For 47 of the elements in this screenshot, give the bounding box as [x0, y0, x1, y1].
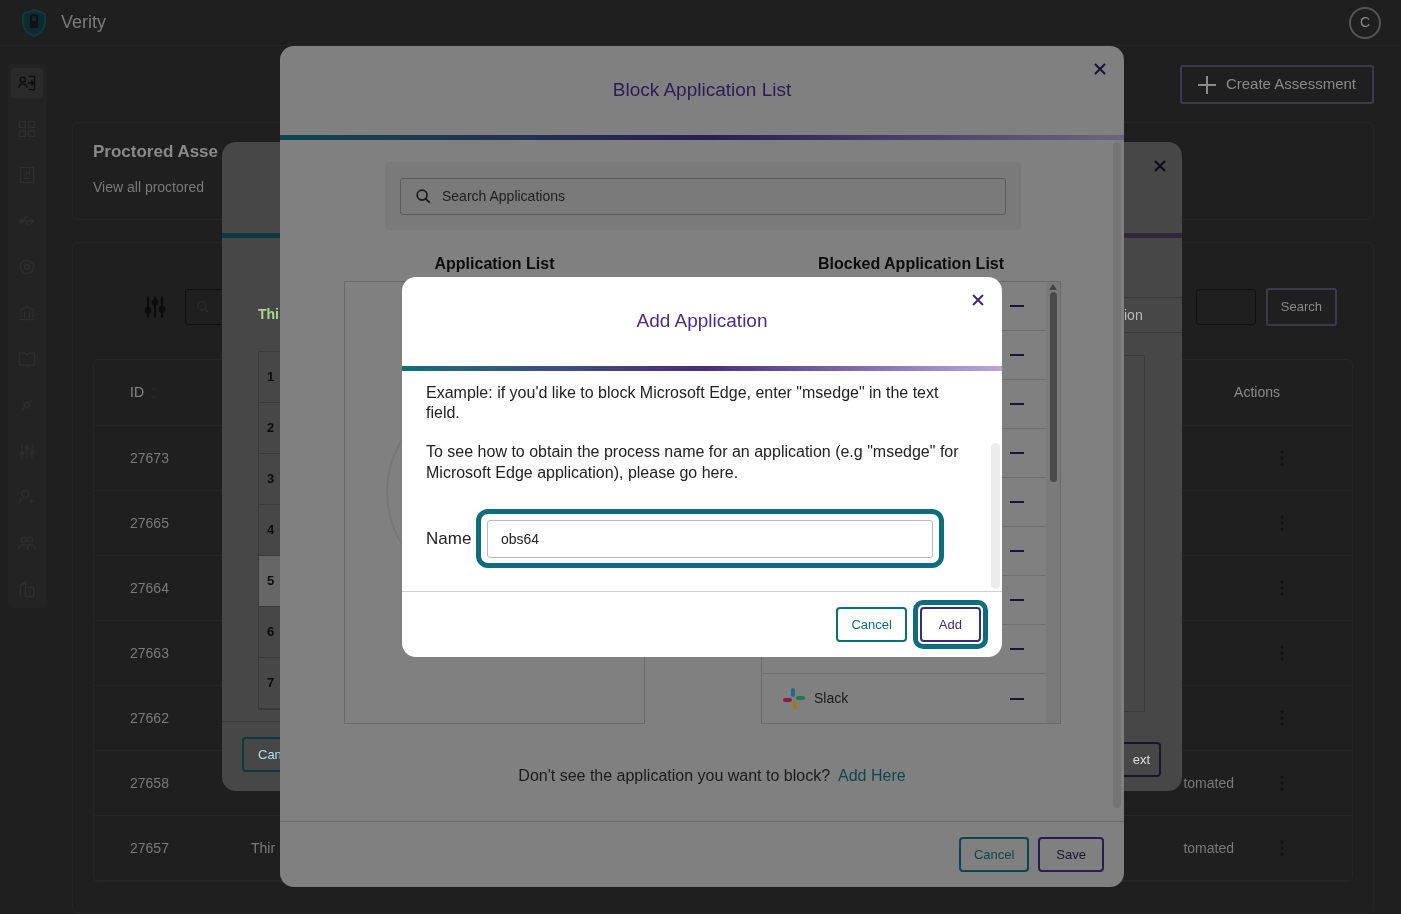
scrollbar-thumb[interactable]: [1049, 292, 1057, 482]
app-name: Slack: [814, 689, 849, 708]
cancel-button[interactable]: Cancel: [958, 837, 1030, 872]
scroll-up-icon[interactable]: [1049, 284, 1057, 290]
save-button[interactable]: Save: [1038, 837, 1104, 872]
avatar[interactable]: C: [1349, 6, 1381, 39]
step-row[interactable]: 5: [259, 556, 280, 607]
table-cell-text: 27665: [130, 513, 170, 533]
dialog-title: Add Application: [636, 309, 768, 334]
table-cell-text: 27673: [130, 448, 170, 468]
prompt-text: Don't see the application you want to block?: [518, 766, 831, 786]
create-assessment-button[interactable]: Create Assessment: [1179, 65, 1374, 104]
list-title: Application List: [434, 254, 555, 274]
table-cell-text: 27663: [130, 643, 170, 663]
add-here-link[interactable]: Add Here: [838, 764, 906, 788]
sidebar-item[interactable]: [11, 68, 43, 98]
plus-icon: [1197, 75, 1216, 94]
table-cell-text: tomated: [1183, 773, 1234, 793]
example-text: Example: if you'd like to block Microsoft Edge, enter "msedge" in the text field.: [426, 383, 940, 423]
table-cell-text: 27657: [130, 838, 170, 858]
list-title: Blocked Application List: [817, 254, 1005, 274]
sidebar-icon: [17, 73, 37, 93]
table-cell-text: 27664: [130, 578, 170, 598]
remove-icon[interactable]: [1010, 697, 1024, 700]
help-text: To see how to obtain the process name for an application (e.g "msedge" for Microsoft Edge application), please go here.: [426, 442, 960, 483]
app-logo-icon: [782, 686, 806, 711]
notice-text: Thi: [258, 305, 280, 324]
column-header[interactable]: ID: [130, 382, 144, 403]
dialog-title: Block Application List: [612, 78, 792, 103]
app-name: Verity: [61, 11, 107, 34]
page-subtitle: View all proctored: [93, 177, 205, 197]
page-title: Proctored Asse: [93, 141, 219, 163]
close-icon[interactable]: [972, 294, 984, 306]
add-button[interactable]: Add: [919, 607, 981, 642]
shield-lock-icon: [20, 7, 48, 38]
table-cell-text: 27658: [130, 773, 170, 793]
table-cell-text: tomated: [1183, 838, 1234, 858]
search-field[interactable]: Search Applications: [400, 177, 1006, 215]
cancel-button[interactable]: Cancel: [836, 607, 907, 642]
table-cell-text: 27662: [130, 708, 170, 728]
table-cell: Thir: [251, 840, 276, 856]
search-button[interactable]: Search: [1265, 288, 1337, 326]
name-input-field[interactable]: obs64: [476, 509, 944, 568]
column-header: Actions: [1234, 383, 1280, 402]
search-icon: [415, 187, 432, 205]
name-label: Name: [426, 527, 473, 550]
scrollbar[interactable]: [1046, 282, 1060, 723]
